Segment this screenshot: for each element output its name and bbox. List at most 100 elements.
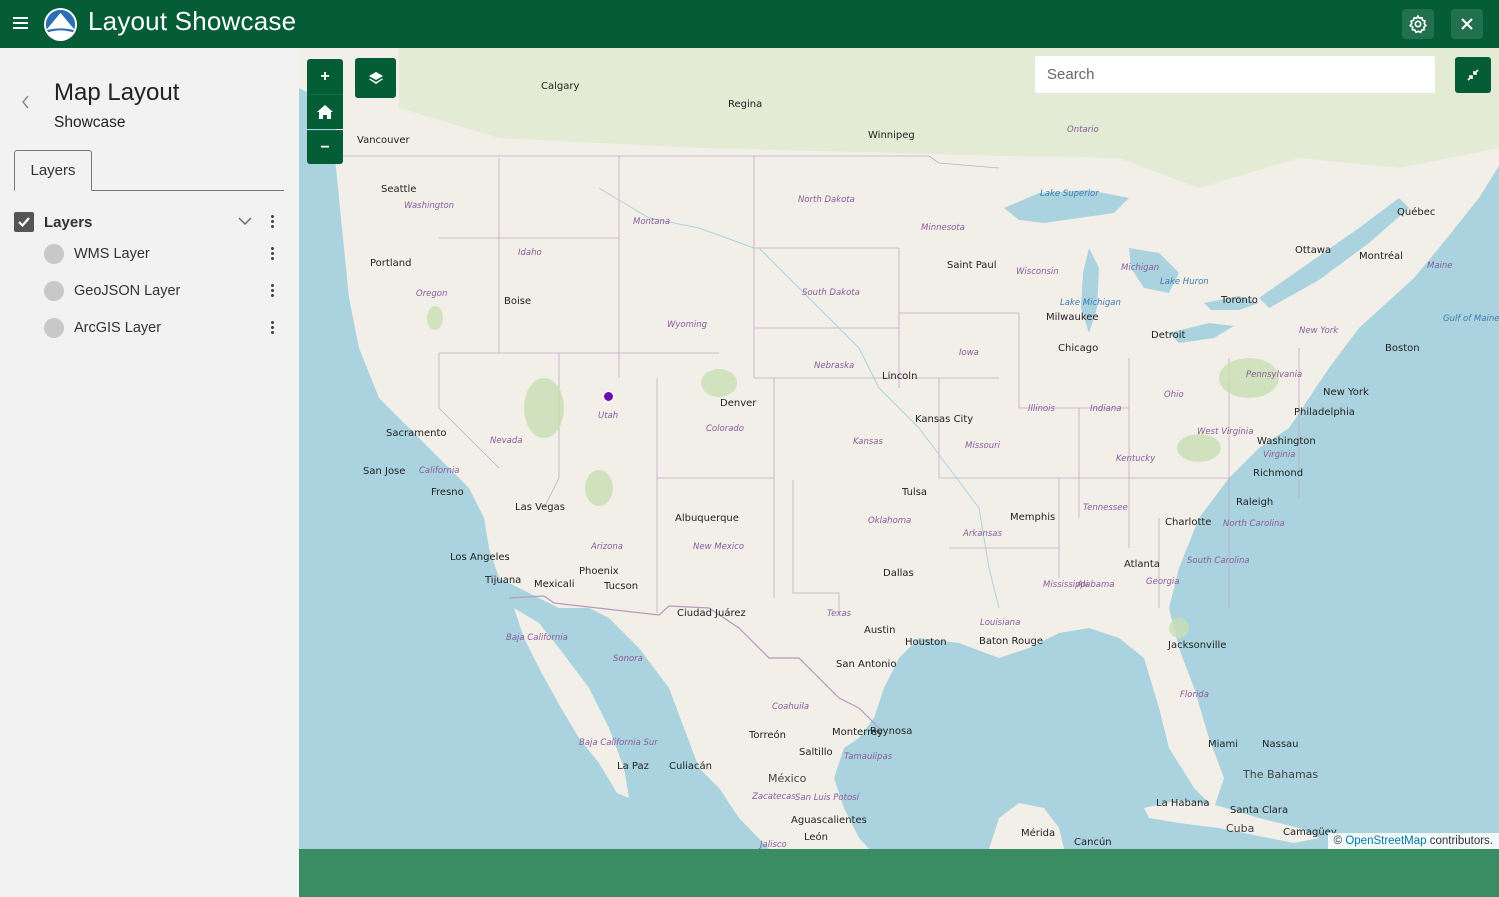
map-attribution: © OpenStreetMap contributors. [1327,833,1499,849]
map-city-label: Cancún [1074,837,1112,848]
map-state-label: Montana [633,217,671,227]
map-city-label: Milwaukee [1046,312,1099,323]
home-button[interactable] [307,94,343,129]
map-water-label: Gulf of Maine [1443,314,1499,324]
map-city-label: Torreón [749,730,786,741]
layer-toggle[interactable] [44,318,64,338]
map-city-label: Saltillo [799,747,833,758]
map-state-label: Sonora [613,654,643,664]
map-city-label: Charlotte [1165,517,1212,528]
map-state-label: Indiana [1090,404,1122,414]
map-state-label: Ohio [1164,390,1184,400]
map-city-label: Kansas City [915,414,974,425]
map-state-label: Maine [1427,261,1453,271]
map-state-label: South Carolina [1187,556,1250,566]
home-icon [317,105,333,119]
map-city-label: Portland [370,258,412,269]
map-state-label: Louisiana [980,618,1021,628]
map-city-label: Boise [504,296,532,307]
map-city-label: Tucson [604,581,639,592]
map-state-label: Wyoming [667,320,708,330]
map-state-label: Oregon [416,289,448,299]
map-city-label: Toronto [1221,295,1258,306]
layer-menu-icon[interactable] [270,247,276,263]
layer-menu-icon[interactable] [270,321,276,337]
gear-icon [1408,14,1427,34]
map-city-label: Regina [728,99,763,110]
chevron-down-icon[interactable] [238,213,252,231]
tab-layers[interactable]: Layers [14,150,92,191]
footer-bar [299,849,1499,897]
map-city-label: San Jose [363,466,406,477]
attribution-prefix: © [1333,835,1343,847]
layer-group-checkbox[interactable] [14,212,34,232]
map-state-label: Coahuila [772,702,810,712]
map-state-label: Georgia [1146,577,1180,587]
map-state-label: Alabama [1077,580,1115,590]
layer-menu-icon[interactable] [270,284,276,300]
map-state-label: North Dakota [798,195,855,205]
map-state-label: Baja California Sur [579,738,658,748]
close-button[interactable] [1451,9,1483,39]
exit-fullscreen-button[interactable] [1455,57,1491,93]
osm-link[interactable]: OpenStreetMap [1345,835,1426,847]
map-state-label: Wisconsin [1016,267,1059,277]
map-city-label: Austin [864,625,896,636]
layers-button[interactable] [355,58,396,98]
map-city-label: Miami [1208,739,1239,750]
map-city-label: Calgary [541,81,580,92]
map-city-label: Ottawa [1295,245,1332,256]
map-city-label: Lincoln [882,371,918,382]
map-city-label: Boston [1385,343,1420,354]
map-city-label: Las Vegas [515,502,565,513]
map-country-label: Cuba [1226,822,1255,835]
map-marker[interactable] [603,391,614,402]
map-city-label: Fresno [431,487,464,498]
map-city-label: Chicago [1058,343,1099,354]
compress-icon [1467,69,1479,81]
map-city-label: Saint Paul [947,260,997,271]
map-city-label: La Habana [1156,798,1210,809]
map-state-label: Zacatecas [752,792,796,802]
map-city-label: Reynosa [870,726,913,737]
search-input[interactable] [1035,56,1435,93]
map-state-label: New York [1299,326,1339,336]
map-water-label: Lake Superior [1040,189,1099,199]
map-city-label: Montréal [1359,251,1403,262]
map-city-label: Seattle [381,184,417,195]
hamburger-icon[interactable] [11,14,29,34]
chevron-left-icon[interactable] [21,94,31,114]
layer-label: WMS Layer [74,246,150,262]
map-city-label: Dallas [883,568,914,579]
map-canvas[interactable]: Calgary Regina Winnipeg Vancouver Seattl… [299,48,1499,849]
map-state-label: New Mexico [693,542,745,552]
map-city-label: Washington [1257,436,1316,447]
map-state-label: Arizona [591,542,623,552]
map-state-label: Tamaulipas [844,752,893,762]
layer-group-menu-icon[interactable] [270,215,276,231]
map-state-label: Iowa [959,348,979,358]
zoom-out-button[interactable]: − [307,130,343,164]
map-city-label: Sacramento [386,428,447,439]
map-state-label: Oklahoma [868,516,912,526]
map-city-label: La Paz [617,761,649,772]
map-city-label: Ciudad Juárez [677,608,746,619]
map-city-label: Philadelphia [1294,407,1355,418]
settings-button[interactable] [1402,9,1434,39]
map-city-label: Culiacán [669,761,712,772]
layer-toggle[interactable] [44,244,64,264]
map-state-label: Arkansas [963,529,1002,539]
check-icon [18,217,30,227]
map-city-label: Raleigh [1236,497,1274,508]
layer-toggle[interactable] [44,281,64,301]
sidebar-title: Map Layout [54,79,180,106]
attribution-suffix: contributors. [1429,835,1493,847]
map-state-label: West Virginia [1197,427,1254,437]
map-state-label: Jalisco [760,840,787,849]
map-city-label: Jacksonville [1168,640,1227,651]
map-city-label: New York [1323,387,1369,398]
map-city-label: Baton Rouge [979,636,1043,647]
zoom-in-button[interactable]: + [307,59,343,94]
layer-group-label: Layers [44,214,93,231]
map-city-label: Phoenix [579,566,619,577]
